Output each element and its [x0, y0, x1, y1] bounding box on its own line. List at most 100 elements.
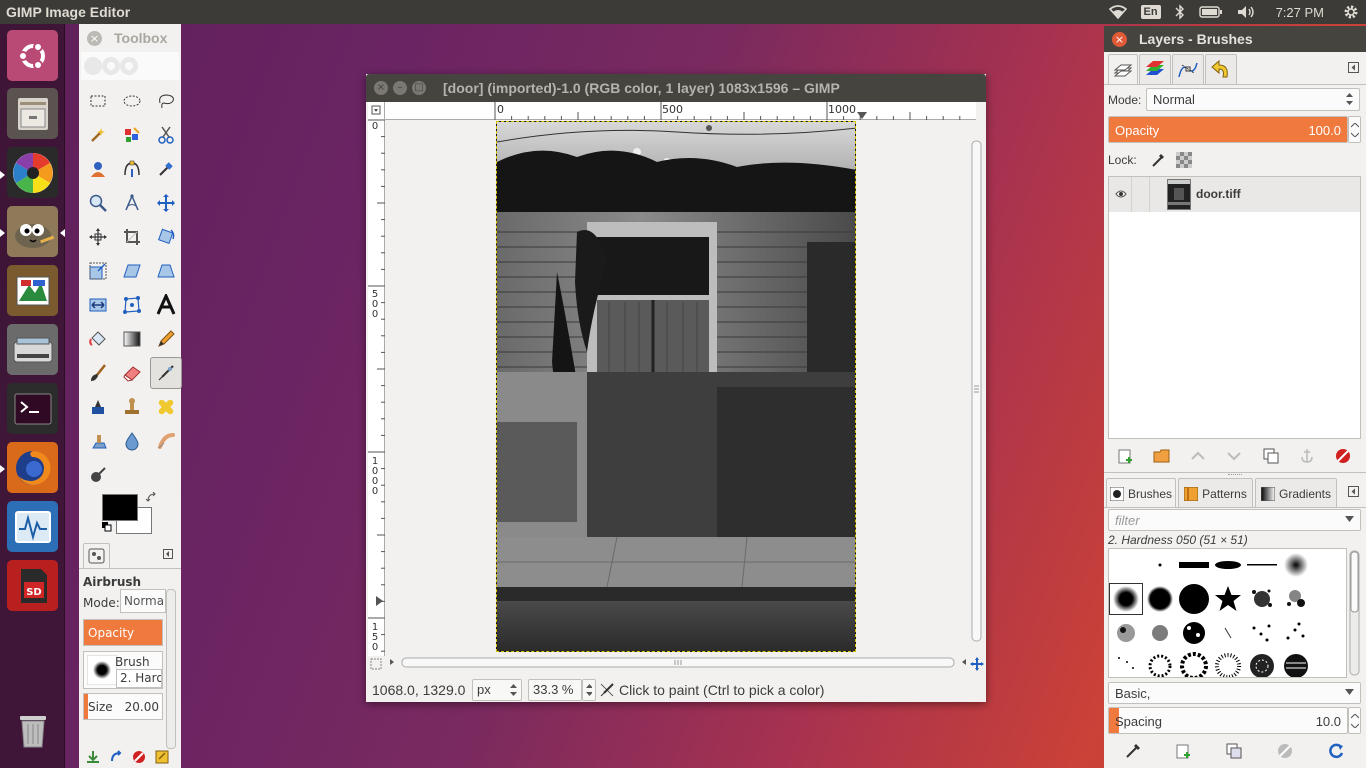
wifi-icon[interactable]	[1102, 0, 1134, 24]
ruler-corner[interactable]	[368, 102, 385, 120]
brush-tag-field[interactable]: Basic,	[1108, 682, 1361, 704]
brush-cell[interactable]	[1279, 549, 1313, 581]
brush-cell[interactable]	[1109, 617, 1143, 649]
horizontal-ruler[interactable]: 0 500 1000	[385, 102, 976, 120]
lock-alpha-icon[interactable]	[1176, 152, 1192, 168]
vertical-scrollbar[interactable]	[969, 121, 983, 656]
brush-name-field[interactable]: 2. Hardness 050	[116, 669, 162, 688]
terminal-launcher[interactable]	[7, 383, 58, 434]
eye-visibility-icon[interactable]	[1115, 189, 1127, 199]
brush-cell[interactable]	[1177, 649, 1211, 677]
move-tool[interactable]	[150, 187, 182, 219]
pane-grip[interactable]	[1228, 474, 1242, 476]
image-minimize-button[interactable]: –	[393, 81, 407, 95]
paths-tool[interactable]	[116, 153, 148, 185]
toolbox-close-button[interactable]: ×	[87, 30, 102, 46]
perspective-clone-tool[interactable]	[82, 425, 114, 457]
zoom-field[interactable]: 33.3 %	[528, 678, 582, 701]
gear-icon[interactable]	[1336, 0, 1366, 24]
vertical-ruler[interactable]: 0 500 1000 150	[368, 120, 385, 656]
firefox-launcher[interactable]	[7, 442, 58, 493]
duplicate-layer-icon[interactable]	[1262, 447, 1280, 465]
brush-cell[interactable]	[1279, 617, 1313, 649]
size-slider[interactable]: Size 20.00	[83, 693, 163, 720]
delete-brush-icon[interactable]	[1276, 742, 1294, 760]
brush-spacing-slider[interactable]: Spacing 10.0	[1108, 707, 1348, 734]
tab-layers[interactable]	[1108, 54, 1138, 84]
brush-cell[interactable]	[1211, 583, 1245, 615]
brush-cell[interactable]	[1279, 649, 1313, 677]
perspective-tool[interactable]	[150, 255, 182, 287]
delete-options-icon[interactable]	[132, 750, 146, 764]
refresh-brushes-icon[interactable]	[1327, 742, 1345, 760]
bluetooth-icon[interactable]	[1168, 0, 1192, 24]
image-close-button[interactable]: ×	[374, 81, 388, 95]
brush-cell[interactable]	[1211, 617, 1245, 649]
brush-cell[interactable]	[1211, 649, 1245, 677]
lower-layer-icon[interactable]	[1225, 447, 1243, 465]
color-picker-tool[interactable]	[150, 153, 182, 185]
airbrush-tool[interactable]	[150, 357, 182, 389]
duplicate-brush-icon[interactable]	[1225, 742, 1243, 760]
bucket-fill-tool[interactable]	[82, 323, 114, 355]
tab-paths[interactable]	[1172, 54, 1204, 84]
ubuntu-dash-button[interactable]	[7, 30, 58, 81]
free-select-tool[interactable]	[150, 85, 182, 117]
canvas-area[interactable]	[386, 121, 970, 656]
impress-launcher[interactable]	[7, 265, 58, 316]
opacity-slider[interactable]: Opacity	[83, 619, 163, 646]
ink-tool[interactable]	[82, 391, 114, 423]
brush-cell[interactable]	[1279, 583, 1313, 615]
cage-transform-tool[interactable]	[116, 289, 148, 321]
brush-cell[interactable]	[1109, 649, 1143, 677]
brush-cell[interactable]	[1245, 583, 1279, 615]
foreground-color-swatch[interactable]	[102, 494, 138, 521]
tab-brushes[interactable]: Brushes	[1106, 478, 1176, 508]
reset-options-icon[interactable]	[155, 750, 169, 764]
horizontal-scrollbar[interactable]	[386, 655, 970, 669]
paintbrush-tool[interactable]	[82, 357, 114, 389]
new-brush-icon[interactable]	[1175, 742, 1193, 760]
toggle-quickmask-icon[interactable]	[370, 658, 382, 670]
navigate-icon[interactable]	[970, 657, 984, 671]
zoom-dropdown[interactable]	[582, 678, 596, 701]
select-by-color-tool[interactable]	[116, 119, 148, 151]
save-options-icon[interactable]	[86, 750, 100, 764]
measure-tool[interactable]	[116, 187, 148, 219]
crop-tool[interactable]	[116, 221, 148, 253]
brush-cell[interactable]	[1177, 549, 1211, 581]
tab-menu-icon[interactable]	[163, 549, 173, 559]
brush-cell[interactable]	[1177, 617, 1211, 649]
tool-options-tab[interactable]	[83, 543, 110, 568]
restore-options-icon[interactable]	[109, 750, 123, 764]
trash-launcher[interactable]	[7, 704, 58, 755]
lock-pixels-icon[interactable]	[1150, 152, 1166, 168]
brush-cell[interactable]	[1245, 617, 1279, 649]
brush-cell-selected[interactable]	[1109, 583, 1143, 615]
tab-undo-history[interactable]	[1205, 54, 1237, 84]
fuzzy-select-tool[interactable]	[82, 119, 114, 151]
image-canvas[interactable]	[496, 121, 856, 652]
new-layer-icon[interactable]	[1117, 447, 1135, 465]
dodge-burn-tool[interactable]	[82, 459, 114, 491]
layer-mode-select[interactable]: Normal	[1146, 88, 1360, 111]
flip-tool[interactable]	[82, 289, 114, 321]
rotate-tool[interactable]	[150, 221, 182, 253]
brush-cell[interactable]	[1143, 649, 1177, 677]
foreground-select-tool[interactable]	[82, 153, 114, 185]
delete-layer-icon[interactable]	[1334, 447, 1352, 465]
heal-tool[interactable]	[150, 391, 182, 423]
volume-icon[interactable]	[1230, 0, 1264, 24]
brush-cell[interactable]	[1177, 583, 1211, 615]
brush-cell[interactable]	[1143, 549, 1177, 581]
layer-opacity-slider[interactable]: Opacity 100.0	[1108, 116, 1348, 143]
scanner-launcher[interactable]	[7, 324, 58, 375]
shear-tool[interactable]	[116, 255, 148, 287]
brush-cell[interactable]	[1143, 617, 1177, 649]
tab-patterns[interactable]: Patterns	[1178, 478, 1253, 508]
tab-gradients[interactable]: Gradients	[1255, 478, 1337, 508]
blend-tool[interactable]	[116, 323, 148, 355]
battery-icon[interactable]	[1192, 0, 1230, 24]
brush-filter-input[interactable]: filter	[1108, 509, 1361, 531]
layers-close-button[interactable]: ×	[1112, 31, 1127, 47]
